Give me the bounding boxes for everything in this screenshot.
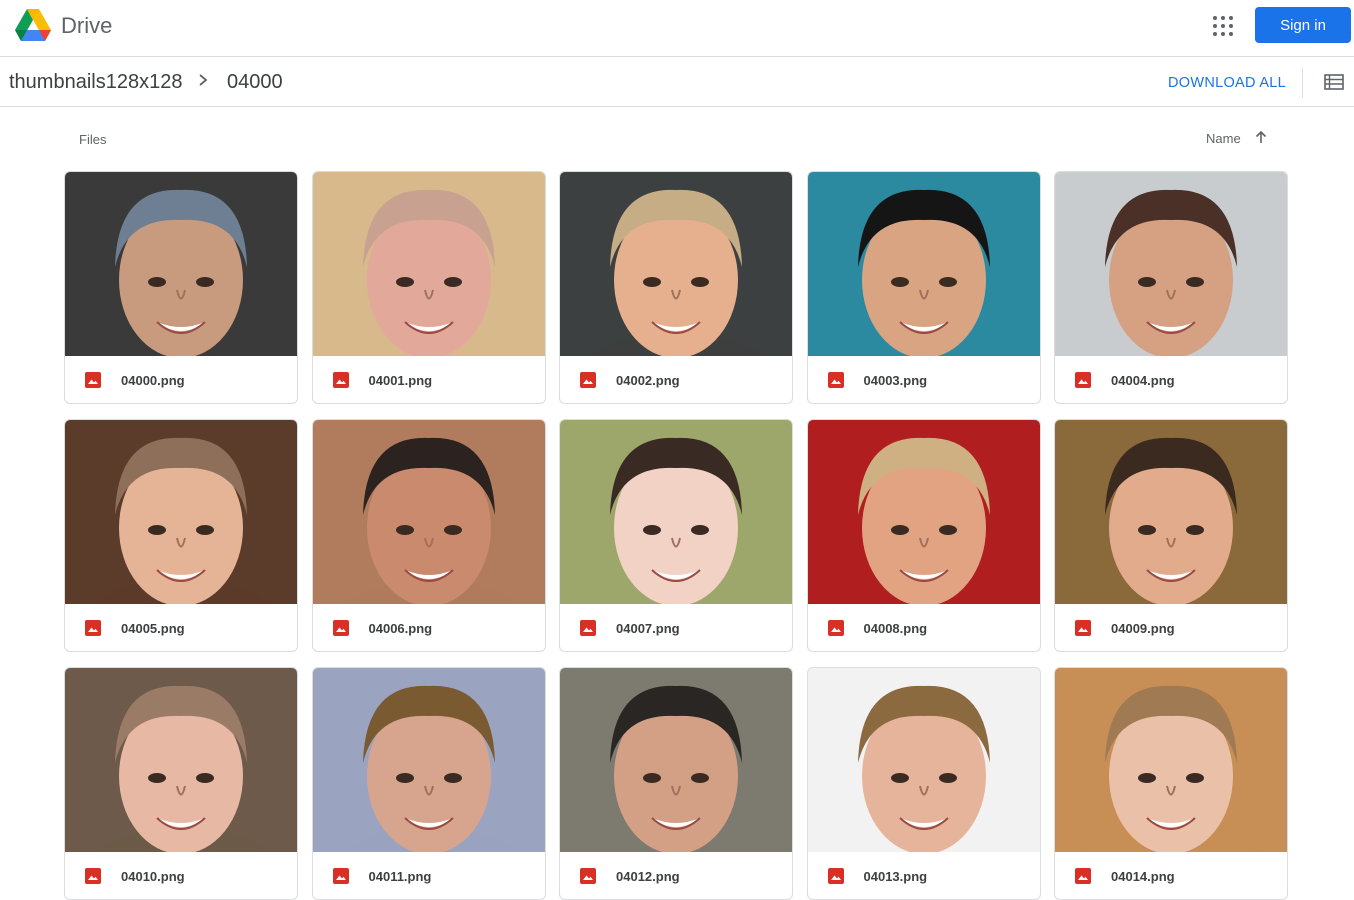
file-card[interactable]: 04002.png (559, 171, 793, 404)
file-name: 04002.png (616, 373, 680, 388)
list-view-icon[interactable] (1324, 74, 1344, 90)
file-name: 04010.png (121, 869, 185, 884)
file-name: 04011.png (368, 869, 432, 884)
image-file-icon (827, 868, 844, 884)
file-card[interactable]: 04010.png (64, 667, 298, 900)
file-meta: 04012.png (560, 852, 792, 899)
apps-grid-icon[interactable] (1210, 13, 1236, 39)
image-file-icon (332, 620, 349, 636)
breadcrumb-current-folder: 04000 (227, 71, 283, 93)
file-thumbnail (312, 172, 545, 356)
file-card[interactable]: 04003.png (806, 171, 1041, 404)
file-name: 04013.png (863, 869, 928, 884)
file-meta: 04005.png (65, 604, 297, 651)
image-file-icon (1075, 868, 1091, 884)
image-file-icon (1075, 372, 1091, 388)
file-name: 04004.png (1111, 373, 1175, 388)
file-meta: 04006.png (313, 604, 545, 651)
image-file-icon (332, 868, 349, 884)
file-name: 04014.png (1111, 869, 1175, 884)
file-thumbnail (560, 668, 792, 852)
file-name: 04003.png (863, 373, 928, 388)
sign-in-button[interactable]: Sign in (1255, 7, 1351, 43)
file-meta: 04004.png (1055, 356, 1287, 403)
file-thumbnail (807, 668, 1040, 852)
file-thumbnail (560, 172, 792, 356)
file-card[interactable]: 04009.png (1054, 419, 1288, 652)
file-thumbnail (1055, 668, 1287, 852)
file-meta: 04013.png (808, 852, 1040, 899)
file-name: 04007.png (616, 621, 680, 636)
file-meta: 04002.png (560, 356, 792, 403)
download-all-button[interactable]: DOWNLOAD ALL (1168, 75, 1286, 91)
file-card[interactable]: 04004.png (1054, 171, 1288, 404)
file-name: 04009.png (1111, 621, 1175, 636)
file-thumbnail (807, 420, 1040, 604)
file-thumbnail (1055, 420, 1287, 604)
file-card[interactable]: 04011.png (311, 667, 546, 900)
toolbar-divider (1302, 68, 1303, 98)
file-meta: 04007.png (560, 604, 792, 651)
brand-name: Drive (61, 13, 113, 38)
arrow-up-icon[interactable] (1253, 129, 1269, 145)
image-file-icon (85, 868, 101, 884)
breadcrumb: thumbnails128x128 04000 DOWNLOAD ALL (0, 58, 1354, 107)
file-thumbnail (1055, 172, 1287, 356)
image-file-icon (85, 372, 101, 388)
file-card[interactable]: 04001.png (311, 171, 546, 404)
files-section-label: Files (79, 132, 107, 147)
file-card[interactable]: 04006.png (311, 419, 546, 652)
file-thumbnail (312, 668, 545, 852)
file-card[interactable]: 04000.png (64, 171, 298, 404)
image-file-icon (85, 620, 101, 636)
image-file-icon (827, 372, 844, 388)
file-thumbnail (312, 420, 545, 604)
file-card[interactable]: 04013.png (806, 667, 1041, 900)
file-meta: 04009.png (1055, 604, 1287, 651)
file-meta: 04010.png (65, 852, 297, 899)
file-card[interactable]: 04007.png (559, 419, 793, 652)
file-thumbnail (807, 172, 1040, 356)
image-file-icon (827, 620, 844, 636)
file-name: 04000.png (121, 373, 185, 388)
file-thumbnail (560, 420, 792, 604)
file-card[interactable]: 04005.png (64, 419, 298, 652)
file-meta: 04000.png (65, 356, 297, 403)
file-thumbnail (65, 420, 297, 604)
file-card[interactable]: 04008.png (806, 419, 1041, 652)
file-meta: 04014.png (1055, 852, 1287, 899)
file-meta: 04008.png (808, 604, 1040, 651)
breadcrumb-parent-folder[interactable]: thumbnails128x128 (9, 71, 182, 94)
file-meta: 04001.png (313, 356, 545, 403)
image-file-icon (580, 620, 596, 636)
file-name: 04008.png (863, 621, 928, 636)
file-thumbnail (65, 668, 297, 852)
image-file-icon (580, 372, 596, 388)
image-file-icon (580, 868, 596, 884)
file-meta: 04003.png (808, 356, 1040, 403)
image-file-icon (332, 372, 349, 388)
file-thumbnail (65, 172, 297, 356)
file-name: 04001.png (368, 373, 433, 388)
file-name: 04005.png (121, 621, 185, 636)
file-card[interactable]: 04012.png (559, 667, 793, 900)
top-bar: Drive Sign in (0, 0, 1354, 57)
image-file-icon (1075, 620, 1091, 636)
file-name: 04006.png (368, 621, 433, 636)
sort-by-name-button[interactable]: Name (1206, 131, 1241, 146)
file-meta: 04011.png (313, 852, 545, 899)
file-name: 04012.png (616, 869, 680, 884)
drive-logo[interactable] (14, 8, 52, 42)
file-card[interactable]: 04014.png (1054, 667, 1288, 900)
chevron-right-icon (199, 74, 208, 86)
